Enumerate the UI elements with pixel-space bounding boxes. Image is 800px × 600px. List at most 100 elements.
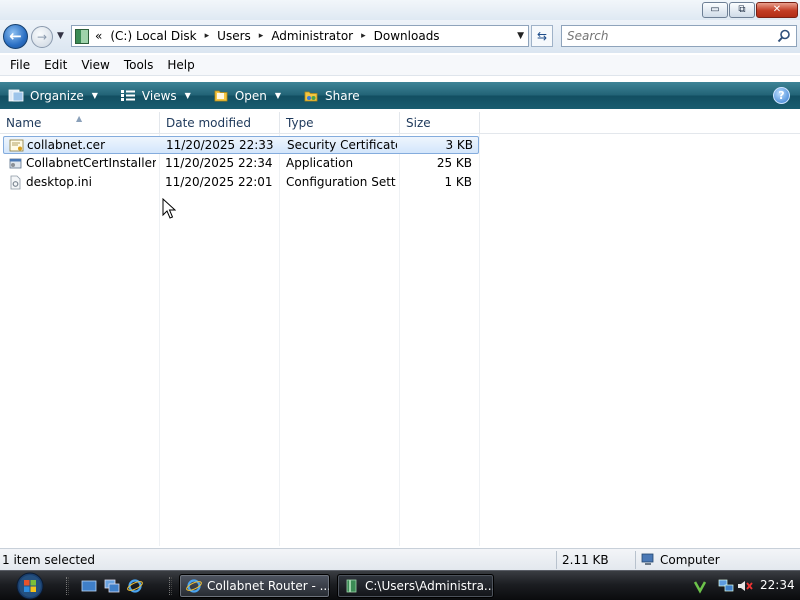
window-controls: ▭ ⧉ ✕ [702, 2, 798, 18]
breadcrumb-administrator[interactable]: Administrator [271, 29, 353, 43]
system-clock[interactable]: 22:34 [760, 578, 795, 592]
column-header-type[interactable]: Type [280, 112, 400, 134]
file-date-modified: 11/20/2025 22:33 [166, 138, 274, 152]
selection-size: 2.11 KB [562, 553, 609, 567]
column-header-name[interactable]: ▲ Name [0, 112, 160, 134]
computer-icon [641, 553, 654, 565]
column-headers: ▲ Name Date modified Type Size [0, 112, 800, 134]
maximize-button[interactable]: ⧉ [729, 2, 755, 18]
chevron-down-icon: ▼ [274, 91, 282, 100]
column-divider [159, 134, 160, 546]
help-button[interactable]: ? [773, 87, 790, 104]
antivirus-tray-icon[interactable] [692, 578, 708, 594]
menu-tools[interactable]: Tools [124, 58, 154, 72]
mouse-cursor-icon [162, 198, 176, 219]
internet-explorer-icon[interactable] [127, 578, 143, 594]
menu-bar: File Edit View Tools Help [0, 55, 800, 76]
column-divider [399, 134, 400, 546]
back-button[interactable]: ← [3, 24, 28, 49]
menu-help[interactable]: Help [167, 58, 194, 72]
refresh-button[interactable]: ⇆ [531, 25, 553, 47]
column-header-date-modified[interactable]: Date modified [160, 112, 280, 134]
close-button[interactable]: ✕ [756, 2, 798, 18]
column-header-date-label: Date modified [166, 116, 252, 130]
breadcrumb-users[interactable]: Users [217, 29, 251, 43]
refresh-icon: ⇆ [536, 29, 548, 43]
breadcrumb-separator[interactable]: ▸ [361, 31, 366, 41]
file-date-modified: 11/20/2025 22:34 [165, 156, 273, 170]
recent-pages-dropdown[interactable]: ▼ [57, 31, 64, 41]
column-header-type-label: Type [286, 116, 314, 130]
search-icon[interactable] [777, 29, 791, 43]
start-button[interactable] [10, 572, 50, 600]
file-name: collabnet.cer [27, 138, 105, 152]
address-bar[interactable]: « (C:) Local Disk ▸ Users ▸ Administrato… [71, 25, 529, 47]
open-button[interactable]: Open ▼ [213, 88, 281, 103]
share-icon [304, 91, 318, 102]
taskbar-button-label: Collabnet Router - ... [207, 579, 330, 593]
breadcrumb-separator[interactable]: ▸ [259, 31, 264, 41]
certificate-icon [9, 139, 24, 152]
switch-windows-icon[interactable] [104, 578, 120, 594]
file-size: 3 KB [445, 138, 473, 152]
views-label: Views [141, 88, 177, 103]
breadcrumb-separator[interactable]: ▸ [205, 31, 210, 41]
open-folder-icon [214, 90, 228, 102]
application-icon [9, 158, 22, 169]
file-type: Configuration Sett... [286, 175, 396, 189]
share-button[interactable]: Share [303, 88, 360, 103]
forward-button[interactable]: → [31, 26, 53, 48]
taskbar-button-explorer[interactable]: C:\Users\Administra... [337, 574, 494, 598]
file-row[interactable]: collabnet.cer 11/20/2025 22:33 Security … [3, 136, 479, 154]
taskbar-button-label: C:\Users\Administra... [365, 579, 494, 593]
views-button[interactable]: Views ▼ [120, 88, 191, 103]
breadcrumb-downloads[interactable]: Downloads [374, 29, 440, 43]
show-desktop-icon[interactable] [81, 578, 97, 594]
organize-label: Organize [30, 88, 84, 103]
minimize-button[interactable]: ▭ [702, 2, 728, 18]
volume-muted-icon[interactable] [737, 578, 753, 594]
address-overflow-chevron[interactable]: « [95, 29, 102, 43]
selection-status: 1 item selected [2, 553, 96, 567]
taskbar-grip [169, 577, 172, 595]
column-divider [279, 134, 280, 546]
file-name: CollabnetCertInstaller.... [26, 156, 156, 170]
search-input[interactable] [567, 26, 767, 46]
file-row[interactable]: CollabnetCertInstaller.... 11/20/2025 22… [3, 155, 479, 173]
menu-edit[interactable]: Edit [44, 58, 67, 72]
file-size: 25 KB [436, 156, 472, 170]
location-zone: Computer [660, 553, 720, 567]
open-label: Open [234, 88, 267, 103]
window-title-bar: ▭ ⧉ ✕ [0, 0, 800, 20]
file-list[interactable]: collabnet.cer 11/20/2025 22:33 Security … [0, 134, 800, 546]
organize-icon [8, 89, 24, 102]
file-type: Security Certificate [287, 138, 397, 152]
folder-window-icon [346, 579, 357, 593]
file-row[interactable]: desktop.ini 11/20/2025 22:01 Configurati… [3, 174, 479, 192]
column-divider [479, 134, 480, 546]
file-date-modified: 11/20/2025 22:01 [165, 175, 273, 189]
chevron-down-icon: ▼ [91, 91, 98, 100]
search-box[interactable] [561, 25, 797, 47]
organize-button[interactable]: Organize ▼ [8, 88, 98, 103]
taskbar-button-browser[interactable]: Collabnet Router - ... [179, 574, 330, 598]
status-divider [635, 551, 636, 569]
network-tray-icon[interactable] [718, 578, 734, 594]
column-header-size[interactable]: Size [400, 112, 480, 134]
address-history-dropdown[interactable]: ▼ [517, 31, 524, 41]
command-bar: Organize ▼ Views ▼ Open ▼ Share ? [0, 82, 800, 109]
menu-file[interactable]: File [10, 58, 30, 72]
menu-view[interactable]: View [81, 58, 109, 72]
column-header-name-label: Name [6, 116, 42, 130]
file-type: Application [286, 156, 354, 170]
taskbar: Collabnet Router - ... C:\Users\Administ… [0, 570, 800, 600]
folder-icon [75, 28, 89, 44]
file-name: desktop.ini [26, 175, 92, 189]
status-divider [556, 551, 557, 569]
breadcrumb-local-disk[interactable]: (C:) Local Disk [110, 29, 196, 43]
chevron-down-icon: ▼ [184, 91, 191, 100]
config-file-icon [10, 175, 21, 190]
internet-explorer-icon [186, 579, 202, 593]
views-icon [120, 90, 135, 101]
share-label: Share [325, 88, 360, 103]
